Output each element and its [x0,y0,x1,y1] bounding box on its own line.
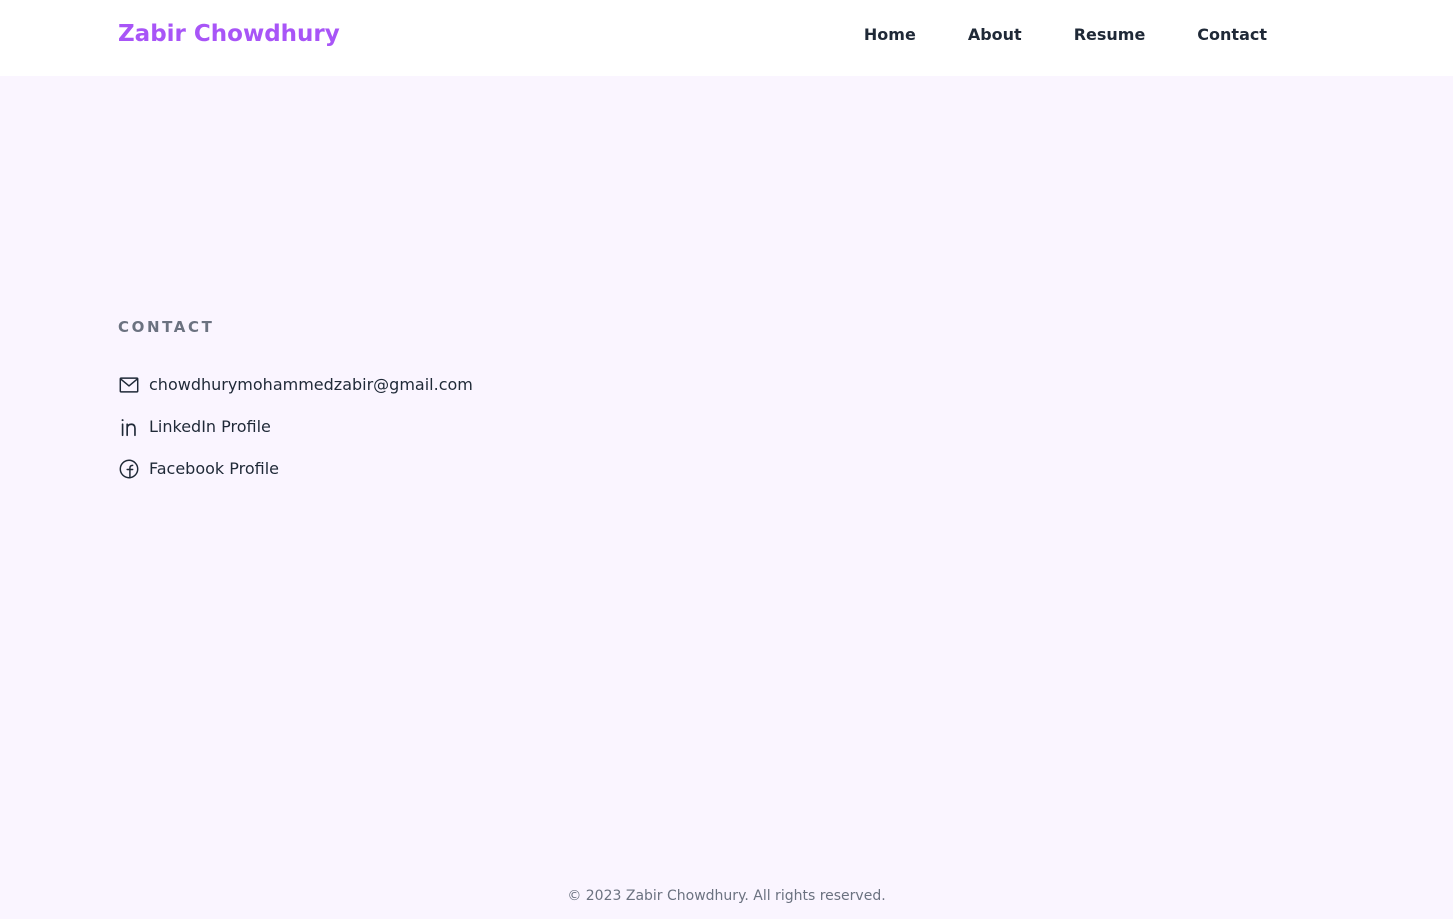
brand-logo-link[interactable]: Zabir Chowdhury [118,18,340,50]
contact-item-facebook: Facebook Profile [118,456,473,482]
mail-icon [118,374,140,396]
nav-link-home[interactable]: Home [864,24,916,46]
contact-item-email: chowdhurymohammedzabir@gmail.com [118,372,473,398]
facebook-link[interactable]: Facebook Profile [149,458,279,480]
section-heading: CONTACT [118,318,215,336]
nav-link-resume[interactable]: Resume [1074,24,1146,46]
copyright-text: © 2023 Zabir Chowdhury. All rights reser… [567,888,886,904]
contact-section: CONTACT chowdhurymohammedzabir@gmail.com… [118,316,473,498]
nav-link-contact[interactable]: Contact [1197,24,1267,46]
main-nav: Home About Resume Contact [864,24,1267,46]
contact-item-linkedin: LinkedIn Profile [118,414,473,440]
top-navbar: Zabir Chowdhury Home About Resume Contac… [0,0,1453,76]
footer: © 2023 Zabir Chowdhury. All rights reser… [0,886,1453,906]
facebook-icon [118,458,140,480]
email-link[interactable]: chowdhurymohammedzabir@gmail.com [149,374,473,396]
linkedin-link[interactable]: LinkedIn Profile [149,416,271,438]
nav-link-about[interactable]: About [968,24,1022,46]
linkedin-icon [118,416,140,438]
